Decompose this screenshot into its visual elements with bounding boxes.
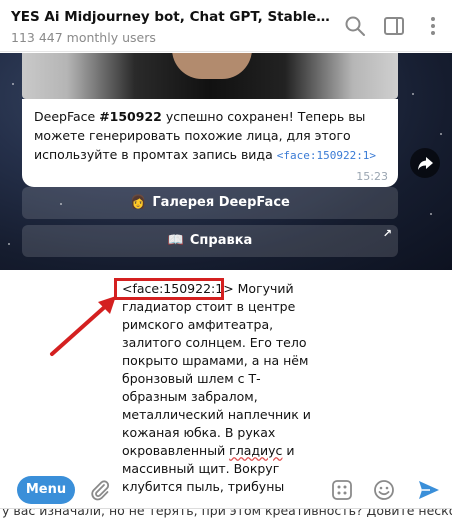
attach-icon[interactable] [88, 478, 112, 502]
woman-emoji-icon: 👩 [130, 195, 147, 210]
book-emoji-icon: 📖 [167, 233, 184, 248]
message-text: DeepFace #150922 успешно сохранен! Тепер… [34, 107, 388, 165]
search-icon[interactable] [343, 14, 367, 38]
help-button[interactable]: 📖 Справка ↗ [22, 225, 398, 257]
emoji-icon[interactable] [372, 478, 396, 502]
red-arrow-annotation [50, 296, 116, 356]
compose-area[interactable]: <face:150922:1> Могучий гладиатор стоит … [0, 270, 452, 508]
help-label: Справка [189, 233, 253, 248]
gallery-deepface-button[interactable]: 👩 Галерея DeepFace [22, 187, 398, 219]
deepface-photo[interactable] [22, 53, 398, 99]
message-input-text: Могучий гладиатор стоит в центре римског… [122, 281, 311, 458]
chat-title[interactable]: YES Ai Midjourney bot, Chat GPT, Stable … [11, 9, 331, 25]
message-time: 15:23 [356, 170, 388, 183]
external-link-icon: ↗ [382, 227, 392, 240]
gallery-deepface-label: Галерея DeepFace [152, 195, 290, 210]
background-page-text: у вас изначали, но не терять, при этом к… [0, 508, 452, 518]
menu-button[interactable]: Menu [17, 476, 75, 504]
send-icon[interactable] [416, 478, 442, 502]
message-bubble: DeepFace #150922 успешно сохранен! Тепер… [22, 99, 398, 187]
highlight-box [114, 278, 224, 300]
forward-icon[interactable] [410, 148, 440, 178]
chat-header: YES Ai Midjourney bot, Chat GPT, Stable … [0, 0, 452, 52]
misspelled-word: гладиус [229, 443, 283, 458]
more-icon[interactable] [421, 14, 445, 38]
panel-icon[interactable] [382, 14, 406, 38]
face-code[interactable]: <face:150922:1> [277, 149, 376, 162]
chat-area[interactable]: DeepFace #150922 успешно сохранен! Тепер… [0, 53, 452, 270]
deepface-id: #150922 [99, 109, 162, 124]
background-text: у вас изначали, но не терять, при этом к… [2, 508, 452, 518]
message-text-prefix: DeepFace [34, 109, 100, 124]
chat-subtitle: 113 447 monthly users [11, 30, 156, 45]
commands-icon[interactable] [330, 478, 354, 502]
message-input[interactable]: <face:150922:1> Могучий гладиатор стоит … [122, 280, 322, 496]
